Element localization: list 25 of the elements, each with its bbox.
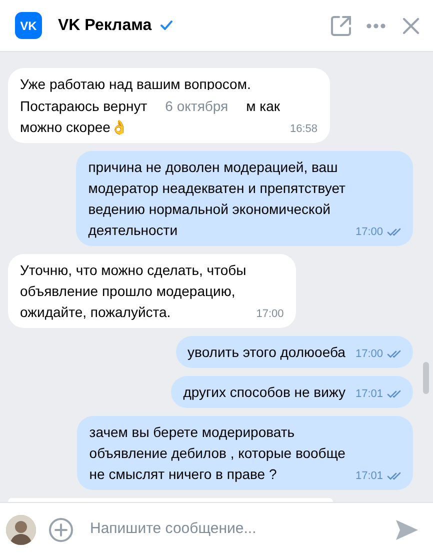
more-icon[interactable] <box>366 22 386 28</box>
scrollbar[interactable] <box>423 362 429 394</box>
message-time: 16:58 <box>290 122 318 136</box>
message-time: 17:00 <box>355 225 383 239</box>
send-icon[interactable] <box>395 518 419 540</box>
message-text: причина не доволен модерацией, ваш модератор неадекватен и препятствует ведению нормальной экономической деятельности <box>88 158 346 240</box>
add-icon[interactable] <box>48 516 74 542</box>
chat-title: VK Реклама <box>58 16 152 36</box>
message-time: 17:01 <box>355 469 383 483</box>
message-text: Постараюсь вернут <box>20 98 148 114</box>
message-text: м как <box>246 98 280 114</box>
message-text: Уже работаю над вашим вопросом. <box>20 76 251 92</box>
message-text: Уточню, что можно сделать, чтобы объявление прошло модерацию, ожидайте, пожалуйста. <box>20 261 246 322</box>
message-text: уволить этого долюоеба <box>188 343 346 362</box>
logo: VK <box>15 12 42 39</box>
message-text: других способов не вижу <box>183 383 346 402</box>
close-icon[interactable] <box>403 18 419 34</box>
avatar[interactable] <box>6 514 36 544</box>
external-link-icon[interactable] <box>330 14 352 36</box>
message-time: 17:00 <box>256 307 284 321</box>
message-text: можно скорее👌 <box>20 119 128 135</box>
message-input[interactable]: Напишите сообщение... <box>90 518 387 541</box>
message-time: 17:00 <box>355 347 383 361</box>
message-time: 17:01 <box>355 387 383 401</box>
message-text: зачем вы берете модерировать объявление дебилов , которые вообще не смыслят ничего в праве ? <box>89 423 346 484</box>
